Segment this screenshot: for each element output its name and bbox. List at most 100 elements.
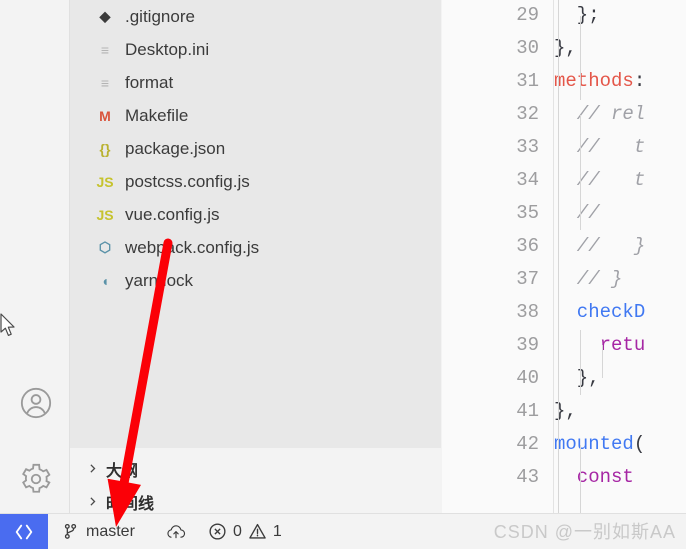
line-number: 39 <box>516 334 539 356</box>
code-line[interactable]: const <box>554 466 645 488</box>
status-warning-count: 1 <box>272 522 282 540</box>
indent-guide <box>602 345 603 378</box>
csdn-watermark: CSDN @一别如斯AA <box>493 522 676 542</box>
code-line[interactable]: // <box>554 202 600 224</box>
file-tree-item-label: webpack.config.js <box>125 237 260 257</box>
line-number: 29 <box>516 4 539 26</box>
file-tree-item[interactable]: {} package.json <box>70 132 441 165</box>
code-content[interactable]: };}, methods: // rel // t // t // // } //… <box>554 0 686 513</box>
line-number: 42 <box>516 433 539 455</box>
code-token: // <box>554 202 600 224</box>
status-branch-label: master <box>86 522 135 540</box>
chevron-right-icon <box>84 494 100 510</box>
code-token: }, <box>554 367 600 389</box>
indent-guide <box>580 115 581 230</box>
code-line[interactable]: mounted( <box>554 433 645 455</box>
code-line[interactable]: // t <box>554 169 645 191</box>
code-token: }; <box>554 4 600 26</box>
activity-bar <box>0 0 70 513</box>
file-tree-item-label: Makefile <box>125 105 189 125</box>
yarn-icon: ◖ <box>100 272 110 289</box>
js-icon: JS <box>96 206 114 223</box>
status-sync-button[interactable] <box>165 514 187 549</box>
file-tree-item-label: Desktop.ini <box>125 39 210 59</box>
code-line[interactable]: // rel <box>554 103 645 125</box>
code-line[interactable]: methods: <box>554 70 645 92</box>
file-tree-item[interactable]: ◆ .gitignore <box>70 0 441 33</box>
code-line[interactable]: // t <box>554 136 645 158</box>
error-circle-icon <box>208 522 227 541</box>
chevron-right-icon <box>84 461 100 477</box>
config-icon: ≡ <box>100 41 110 58</box>
line-number: 37 <box>516 268 539 290</box>
code-token: methods <box>554 70 634 92</box>
gear-icon[interactable] <box>18 461 54 497</box>
code-token: mounted <box>554 433 634 455</box>
line-number: 32 <box>516 103 539 125</box>
config-icon: ≡ <box>100 74 110 91</box>
webpack-icon: ⬡ <box>98 239 112 255</box>
explorer-panel: ◆ .gitignore ≡ Desktop.ini ≡ format M Makefile {… <box>70 0 442 518</box>
line-number: 30 <box>516 37 539 59</box>
line-number: 41 <box>516 400 539 422</box>
line-number: 40 <box>516 367 539 389</box>
file-tree-item-label: yarn.lock <box>125 270 194 290</box>
mouse-cursor <box>0 313 15 336</box>
file-tree-item-label: vue.config.js <box>125 204 220 224</box>
explorer-section-outline-label: 大纲 <box>106 462 139 480</box>
makefile-icon: M <box>99 107 111 124</box>
code-line[interactable]: }; <box>554 4 600 26</box>
code-token: retu <box>554 334 646 356</box>
code-editor[interactable]: 29 30 31 32 33 34 35 36 37 38 39 40 41 42 43 };}, metho… <box>442 0 686 513</box>
line-number: 34 <box>516 169 539 191</box>
file-tree-item-label: format <box>125 72 174 92</box>
code-token: // } <box>554 268 623 290</box>
git-branch-icon <box>62 523 79 540</box>
line-number: 31 <box>516 70 539 92</box>
code-token: const <box>554 466 646 488</box>
explorer-section-outline[interactable]: 大纲 <box>70 452 441 485</box>
code-token: checkD <box>554 301 646 323</box>
file-tree[interactable]: ◆ .gitignore ≡ Desktop.ini ≡ format M Makefile {… <box>70 0 441 448</box>
code-line[interactable]: }, <box>554 367 600 389</box>
indent-guide <box>580 16 581 100</box>
line-number: 43 <box>516 466 539 488</box>
line-number: 33 <box>516 136 539 158</box>
code-line[interactable]: // } <box>554 235 645 257</box>
file-tree-item[interactable]: ≡ Desktop.ini <box>70 33 441 66</box>
status-problems[interactable]: 0 1 <box>208 514 282 549</box>
code-token: // rel <box>554 103 646 125</box>
status-error-count: 0 <box>233 522 242 540</box>
code-line[interactable]: // } <box>554 268 623 290</box>
file-tree-item[interactable]: ≡ format <box>70 66 441 99</box>
line-number: 35 <box>516 202 539 224</box>
file-tree-item[interactable]: M Makefile <box>70 99 441 132</box>
indent-guide <box>558 0 559 513</box>
file-tree-item[interactable]: JS vue.config.js <box>70 198 441 231</box>
file-tree-item[interactable]: ◖ yarn.lock <box>70 264 441 297</box>
file-tree-item-label: package.json <box>125 138 226 158</box>
remote-window-icon[interactable] <box>0 514 48 549</box>
json-icon: {} <box>99 140 111 157</box>
indent-guide <box>580 330 581 395</box>
code-line[interactable]: checkD <box>554 301 645 323</box>
git-icon: ◆ <box>99 8 111 24</box>
status-branch[interactable]: master <box>62 514 135 549</box>
file-tree-item-label: .gitignore <box>125 6 195 26</box>
line-number: 38 <box>516 301 539 323</box>
code-token: // t <box>554 136 646 158</box>
line-number: 36 <box>516 235 539 257</box>
code-token: ( <box>633 433 646 455</box>
indent-guide <box>580 445 581 513</box>
file-tree-item[interactable]: ⬡ webpack.config.js <box>70 231 441 264</box>
file-tree-item[interactable]: JS postcss.config.js <box>70 165 441 198</box>
explorer-section-timeline-label: 时间线 <box>106 495 155 513</box>
code-token: // } <box>554 235 646 257</box>
account-icon[interactable] <box>18 385 54 421</box>
cloud-upload-icon <box>165 522 187 541</box>
js-icon: JS <box>96 173 114 190</box>
code-line[interactable]: retu <box>554 334 646 356</box>
code-token: // t <box>554 169 646 191</box>
warning-triangle-icon <box>248 522 267 541</box>
file-tree-item-label: postcss.config.js <box>125 171 250 191</box>
